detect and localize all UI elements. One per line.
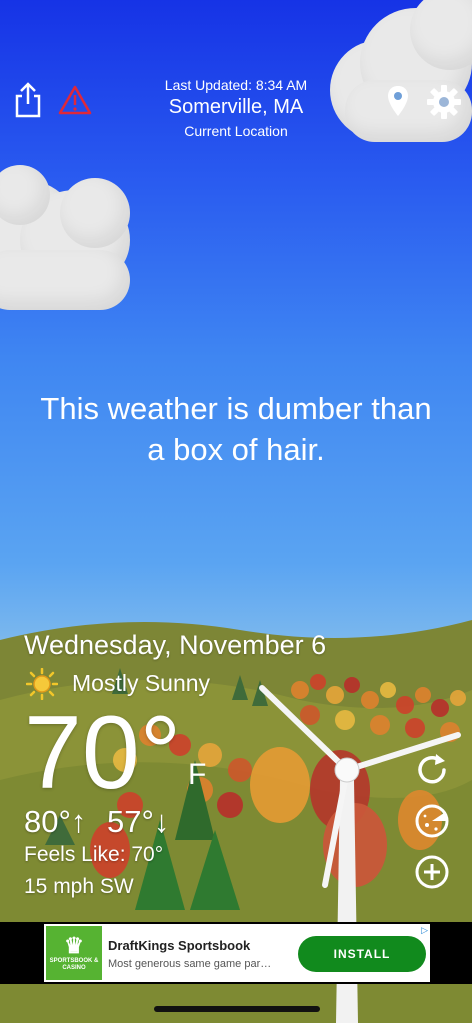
weather-quote-line-2: a box of hair. — [147, 432, 325, 467]
ad-subtitle: Most generous same game par… — [108, 958, 272, 970]
down-arrow-icon: ↓ — [153, 804, 170, 839]
ad-title: DraftKings Sportsbook — [108, 938, 251, 953]
high-temperature: 80° — [24, 804, 71, 839]
radar-icon[interactable] — [414, 803, 450, 839]
weather-quote: This weather is dumber than a box of hai… — [20, 388, 452, 470]
crown-icon: ♛ — [64, 933, 84, 958]
location-label: Current Location — [184, 123, 288, 139]
landscape-scene — [0, 620, 472, 1023]
temperature-unit[interactable]: F — [188, 758, 206, 792]
condition-label: Mostly Sunny — [72, 670, 211, 696]
ad-banner[interactable]: ♛ SPORTSBOOK & CASINO DraftKings Sportsb… — [44, 924, 430, 982]
ad-install-button[interactable]: INSTALL — [298, 936, 426, 972]
weather-quote-line-1: This weather is dumber than — [40, 391, 432, 426]
ad-logo-text: SPORTSBOOK & CASINO — [49, 958, 99, 971]
home-indicator[interactable] — [154, 1006, 320, 1012]
feels-like-label: Feels Like: 70° — [24, 843, 164, 866]
high-low-temperatures: 80°↑ 57°↓ — [24, 804, 169, 840]
location-pin-icon[interactable] — [386, 84, 410, 118]
low-temperature: 57° — [107, 804, 154, 839]
ad-choices-icon[interactable]: ▷ — [421, 925, 428, 936]
refresh-icon[interactable] — [414, 752, 450, 788]
add-icon[interactable] — [414, 854, 450, 890]
date-label: Wednesday, November 6 — [24, 630, 327, 660]
up-arrow-icon: ↑ — [70, 804, 87, 839]
gear-icon[interactable] — [426, 84, 462, 120]
draftkings-logo: ♛ SPORTSBOOK & CASINO — [46, 926, 102, 980]
temperature-value: 70° — [24, 695, 182, 811]
wind-label: 15 mph SW — [24, 875, 134, 898]
